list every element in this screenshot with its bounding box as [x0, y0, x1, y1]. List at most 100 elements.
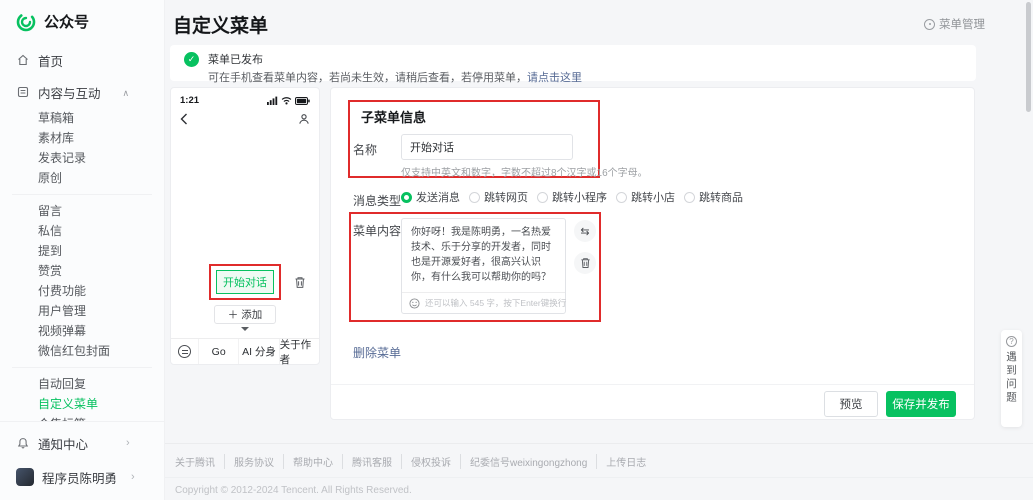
menu-content-textarea[interactable]: 你好呀！我是陈明勇，一名热爱技术、乐于分享的开发者，同时也是开源爱好者，很高兴认…	[401, 218, 566, 314]
sidebar-item-notification-center[interactable]: 通知中心 ›	[0, 430, 164, 456]
publish-status-banner: ✓ 菜单已发布 可在手机查看菜单内容，若尚未生效，请稍后查看，若停用菜单，请点击…	[170, 45, 976, 81]
avatar	[16, 468, 34, 486]
sidebar-section-content-interaction[interactable]: 内容与互动 ∧	[0, 80, 164, 104]
sidebar-item-rewards[interactable]: 赞赏	[0, 261, 164, 281]
preview-button[interactable]: 预览	[824, 391, 878, 417]
sidebar-item-drafts[interactable]: 草稿箱	[0, 108, 164, 128]
sidebar-item-auto-reply[interactable]: 自动回复	[0, 374, 164, 394]
radio-icon	[684, 192, 695, 203]
copyright: Copyright © 2012-2024 Tencent. All Right…	[175, 485, 1033, 496]
radio-icon	[616, 192, 627, 203]
menu-content-text[interactable]: 你好呀！我是陈明勇，一名热爱技术、乐于分享的开发者，同时也是开源爱好者，很高兴认…	[402, 219, 565, 292]
delete-menu-link[interactable]: 删除菜单	[353, 344, 401, 361]
form-section-title: 子菜单信息	[361, 107, 426, 126]
phone-status-bar: 1:21	[171, 88, 319, 108]
person-icon[interactable]	[298, 113, 310, 125]
content-icon	[16, 86, 30, 98]
phone-system-icons	[267, 96, 310, 105]
footer-link-service-agreement[interactable]: 服务协议	[224, 454, 283, 469]
help-widget-label: 遇到问题	[1004, 351, 1019, 405]
banner-title: 菜单已发布	[208, 51, 582, 67]
message-type-label: 消息类型	[353, 192, 401, 209]
save-and-publish-button[interactable]: 保存并发布	[886, 391, 956, 417]
radio-label: 跳转网页	[484, 189, 528, 205]
phone-nav-bar	[171, 108, 319, 130]
radio-jump-webpage[interactable]: 跳转网页	[469, 189, 528, 205]
banner-description: 可在手机查看菜单内容，若尚未生效，请稍后查看，若停用菜单，请点击这里	[208, 69, 582, 85]
phone-menu-bar: Go AI 分身 关于作者	[171, 338, 319, 364]
sidebar-item-custom-menu[interactable]: 自定义菜单	[0, 394, 164, 414]
sidebar-item-video-danmu[interactable]: 视频弹幕	[0, 321, 164, 341]
help-widget[interactable]: ? 遇到问题	[1001, 330, 1022, 427]
sidebar-item-private-messages[interactable]: 私信	[0, 221, 164, 241]
radio-jump-product[interactable]: 跳转商品	[684, 189, 743, 205]
phone-menu-tab-about[interactable]: 关于作者	[280, 339, 319, 364]
success-check-icon: ✓	[184, 52, 199, 67]
sidebar-item-mentions[interactable]: 提到	[0, 241, 164, 261]
sidebar-item-redpacket-cover[interactable]: 微信红包封面	[0, 341, 164, 361]
scrollbar-thumb[interactable]	[1026, 2, 1031, 112]
radio-icon	[537, 192, 548, 203]
sidebar-item-comments[interactable]: 留言	[0, 201, 164, 221]
sidebar-item-publish-records[interactable]: 发表记录	[0, 148, 164, 168]
divider	[12, 367, 152, 368]
footer-link-upload-log[interactable]: 上传日志	[596, 454, 655, 469]
sidebar-item-material-library[interactable]: 素材库	[0, 128, 164, 148]
reorder-content-button[interactable]: ⇆	[574, 220, 596, 242]
battery-icon	[295, 97, 310, 105]
divider	[165, 477, 1033, 478]
radio-label: 发送消息	[416, 189, 460, 205]
sidebar-item-user-management[interactable]: 用户管理	[0, 301, 164, 321]
bell-icon	[16, 437, 30, 449]
page-title: 自定义菜单	[173, 11, 268, 38]
sidebar: 公众号 首页 内容与互动 ∧ 草稿箱 素材库 发表记录 原创 留言 私信 提到 …	[0, 0, 165, 500]
question-icon: ?	[1006, 336, 1017, 347]
delete-content-button[interactable]	[574, 252, 596, 274]
footer-link-weixingongzhong[interactable]: 纪委信号weixingongzhong	[460, 454, 596, 469]
sidebar-section-label: 内容与互动	[38, 83, 101, 102]
divider	[331, 384, 974, 385]
pointer-caret	[241, 327, 249, 331]
add-menu-item-button[interactable]: ＋ 添加	[214, 305, 276, 324]
keyboard-toggle[interactable]	[171, 339, 199, 364]
keyboard-icon	[178, 345, 191, 358]
home-icon	[16, 54, 30, 66]
sidebar-bottom: 通知中心 › 程序员陈明勇 ›	[0, 421, 164, 500]
sidebar-item-original[interactable]: 原创	[0, 168, 164, 188]
phone-time: 1:21	[180, 95, 199, 106]
menu-manage-icon	[924, 19, 935, 30]
sidebar-item-paid-features[interactable]: 付费功能	[0, 281, 164, 301]
textarea-footer: 还可以输入 545 字，按下Enter键换行	[402, 292, 565, 313]
submenu-form-card: 子菜单信息 名称 仅支持中英文和数字，字数不超过8个汉字或16个字母。 消息类型…	[330, 87, 975, 420]
menu-manage-button[interactable]: 菜单管理	[924, 16, 985, 32]
radio-jump-store[interactable]: 跳转小店	[616, 189, 675, 205]
delete-menu-item-icon[interactable]	[294, 276, 306, 289]
account-name: 程序员陈明勇	[42, 468, 117, 487]
footer-link-about-tencent[interactable]: 关于腾讯	[175, 454, 224, 469]
app-logo[interactable]: 公众号	[0, 0, 164, 40]
footer-link-infringement-complaint[interactable]: 侵权投诉	[401, 454, 460, 469]
footer-link-tencent-support[interactable]: 腾讯客服	[342, 454, 401, 469]
radio-label: 跳转小程序	[552, 189, 607, 205]
sidebar-account[interactable]: 程序员陈明勇 ›	[0, 464, 164, 490]
phone-menu-tab-ai[interactable]: AI 分身	[239, 339, 279, 364]
wifi-icon	[281, 96, 292, 105]
chevron-right-icon: ›	[126, 437, 130, 449]
signal-icon	[267, 96, 278, 105]
radio-jump-miniprogram[interactable]: 跳转小程序	[537, 189, 607, 205]
selected-menu-item-button[interactable]: 开始对话	[216, 270, 274, 294]
sidebar-item-home[interactable]: 首页	[0, 48, 164, 72]
phone-body: 开始对话 ＋ 添加	[171, 130, 319, 338]
menu-name-input[interactable]	[401, 134, 573, 160]
menu-content-label: 菜单内容	[353, 222, 401, 239]
footer: 关于腾讯 服务协议 帮助中心 腾讯客服 侵权投诉 纪委信号weixingongz…	[165, 443, 1033, 496]
footer-links: 关于腾讯 服务协议 帮助中心 腾讯客服 侵权投诉 纪委信号weixingongz…	[175, 454, 1033, 469]
wechat-official-account-console: 公众号 首页 内容与互动 ∧ 草稿箱 素材库 发表记录 原创 留言 私信 提到 …	[0, 0, 1033, 500]
radio-send-message[interactable]: 发送消息	[401, 189, 460, 205]
footer-link-help-center[interactable]: 帮助中心	[283, 454, 342, 469]
wechat-official-logo-icon	[16, 12, 36, 32]
emoji-icon[interactable]	[409, 298, 420, 309]
back-chevron-icon[interactable]	[180, 113, 188, 125]
phone-menu-tab-go[interactable]: Go	[199, 339, 239, 364]
banner-click-here-link[interactable]: 请点击这里	[527, 72, 582, 84]
